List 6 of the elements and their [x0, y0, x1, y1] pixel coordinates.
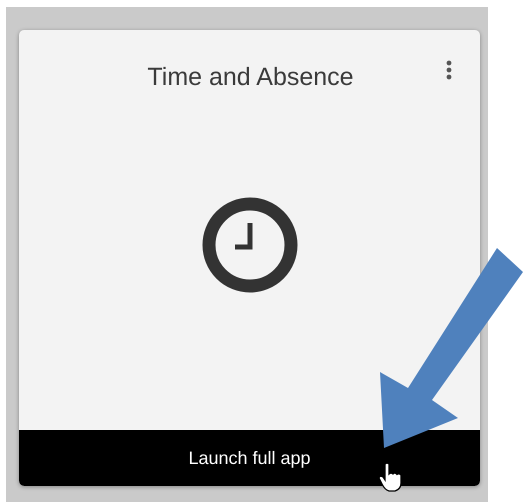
more-options-icon[interactable]	[446, 60, 452, 80]
hand-cursor-icon	[378, 462, 404, 492]
launch-button[interactable]: Launch full app	[19, 430, 480, 486]
clock-icon	[202, 197, 298, 293]
app-tile[interactable]: Time and Absence Launch full app	[19, 30, 480, 486]
tile-title: Time and Absence	[147, 62, 354, 90]
